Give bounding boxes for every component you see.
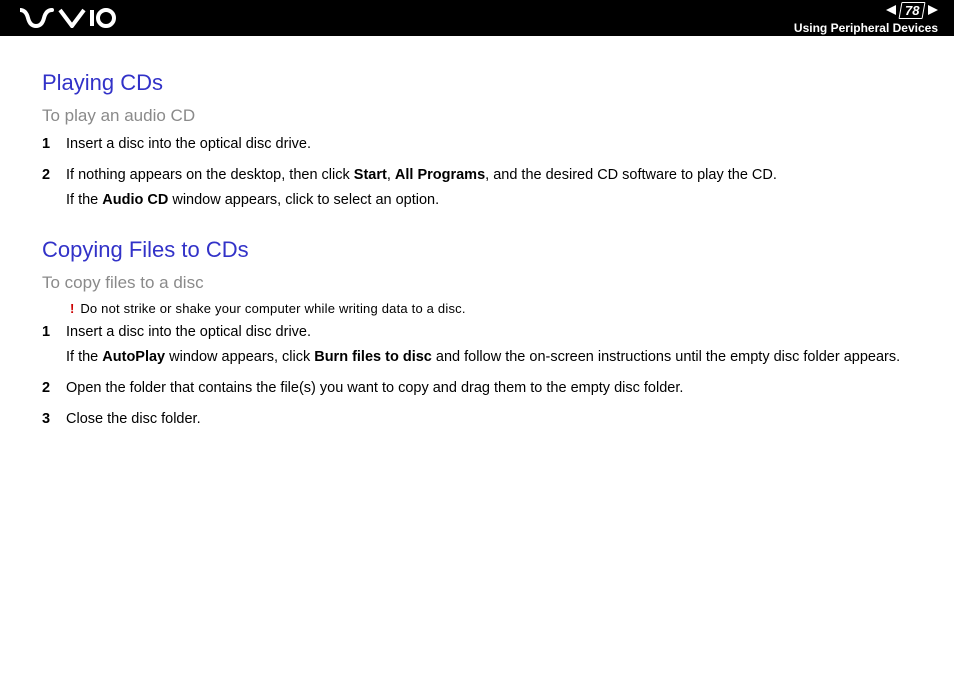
- step-text: Close the disc folder.: [66, 409, 928, 430]
- bold-text: Burn files to disc: [314, 349, 432, 365]
- subheading-play-audio: To play an audio CD: [42, 106, 928, 126]
- step-body: If nothing appears on the desktop, then …: [66, 165, 928, 215]
- text: ,: [387, 167, 395, 183]
- vaio-logo-svg: [20, 8, 116, 28]
- text: and follow the on-screen instructions un…: [432, 349, 900, 365]
- list-item: 1 Insert a disc into the optical disc dr…: [42, 134, 928, 159]
- warning-icon: !: [70, 301, 74, 316]
- steps-copying: 1 Insert a disc into the optical disc dr…: [42, 322, 928, 434]
- bold-text: Audio CD: [102, 192, 168, 208]
- subheading-copy-files: To copy files to a disc: [42, 273, 928, 293]
- prev-page-arrow-icon[interactable]: [886, 5, 896, 15]
- step-body: Open the folder that contains the file(s…: [66, 378, 928, 403]
- steps-playing: 1 Insert a disc into the optical disc dr…: [42, 134, 928, 215]
- list-item: 3 Close the disc folder.: [42, 409, 928, 434]
- step-text: If the Audio CD window appears, click to…: [66, 190, 928, 211]
- step-body: Close the disc folder.: [66, 409, 928, 434]
- section-label: Using Peripheral Devices: [794, 21, 938, 35]
- list-item: 2 Open the folder that contains the file…: [42, 378, 928, 403]
- step-body: Insert a disc into the optical disc driv…: [66, 322, 928, 372]
- list-item: 1 Insert a disc into the optical disc dr…: [42, 322, 928, 372]
- text: If the: [66, 349, 102, 365]
- step-number: 3: [42, 409, 52, 434]
- step-text: If nothing appears on the desktop, then …: [66, 165, 928, 186]
- step-number: 1: [42, 134, 52, 159]
- step-text: Open the folder that contains the file(s…: [66, 378, 928, 399]
- text: If nothing appears on the desktop, then …: [66, 167, 354, 183]
- page-content: Playing CDs To play an audio CD 1 Insert…: [0, 36, 954, 460]
- header-right: 78 Using Peripheral Devices: [794, 2, 938, 35]
- text: window appears, click to select an optio…: [168, 192, 439, 208]
- bold-text: AutoPlay: [102, 349, 165, 365]
- step-text: Insert a disc into the optical disc driv…: [66, 134, 928, 155]
- text: , and the desired CD software to play th…: [485, 167, 777, 183]
- step-body: Insert a disc into the optical disc driv…: [66, 134, 928, 159]
- step-number: 2: [42, 378, 52, 403]
- step-number: 1: [42, 322, 52, 372]
- page-nav: 78: [886, 2, 938, 19]
- page-number-badge: 78: [898, 2, 925, 19]
- heading-copying-files: Copying Files to CDs: [42, 237, 928, 263]
- heading-playing-cds: Playing CDs: [42, 70, 928, 96]
- caution-text: Do not strike or shake your computer whi…: [80, 301, 465, 316]
- text: If the: [66, 192, 102, 208]
- step-number: 2: [42, 165, 52, 215]
- vaio-logo: [20, 8, 116, 28]
- list-item: 2 If nothing appears on the desktop, the…: [42, 165, 928, 215]
- caution-note: ! Do not strike or shake your computer w…: [70, 301, 928, 316]
- text: window appears, click: [165, 349, 314, 365]
- step-text: Insert a disc into the optical disc driv…: [66, 322, 928, 343]
- step-text: If the AutoPlay window appears, click Bu…: [66, 347, 928, 368]
- bold-text: All Programs: [395, 167, 485, 183]
- next-page-arrow-icon[interactable]: [928, 5, 938, 15]
- bold-text: Start: [354, 167, 387, 183]
- header-bar: 78 Using Peripheral Devices: [0, 0, 954, 36]
